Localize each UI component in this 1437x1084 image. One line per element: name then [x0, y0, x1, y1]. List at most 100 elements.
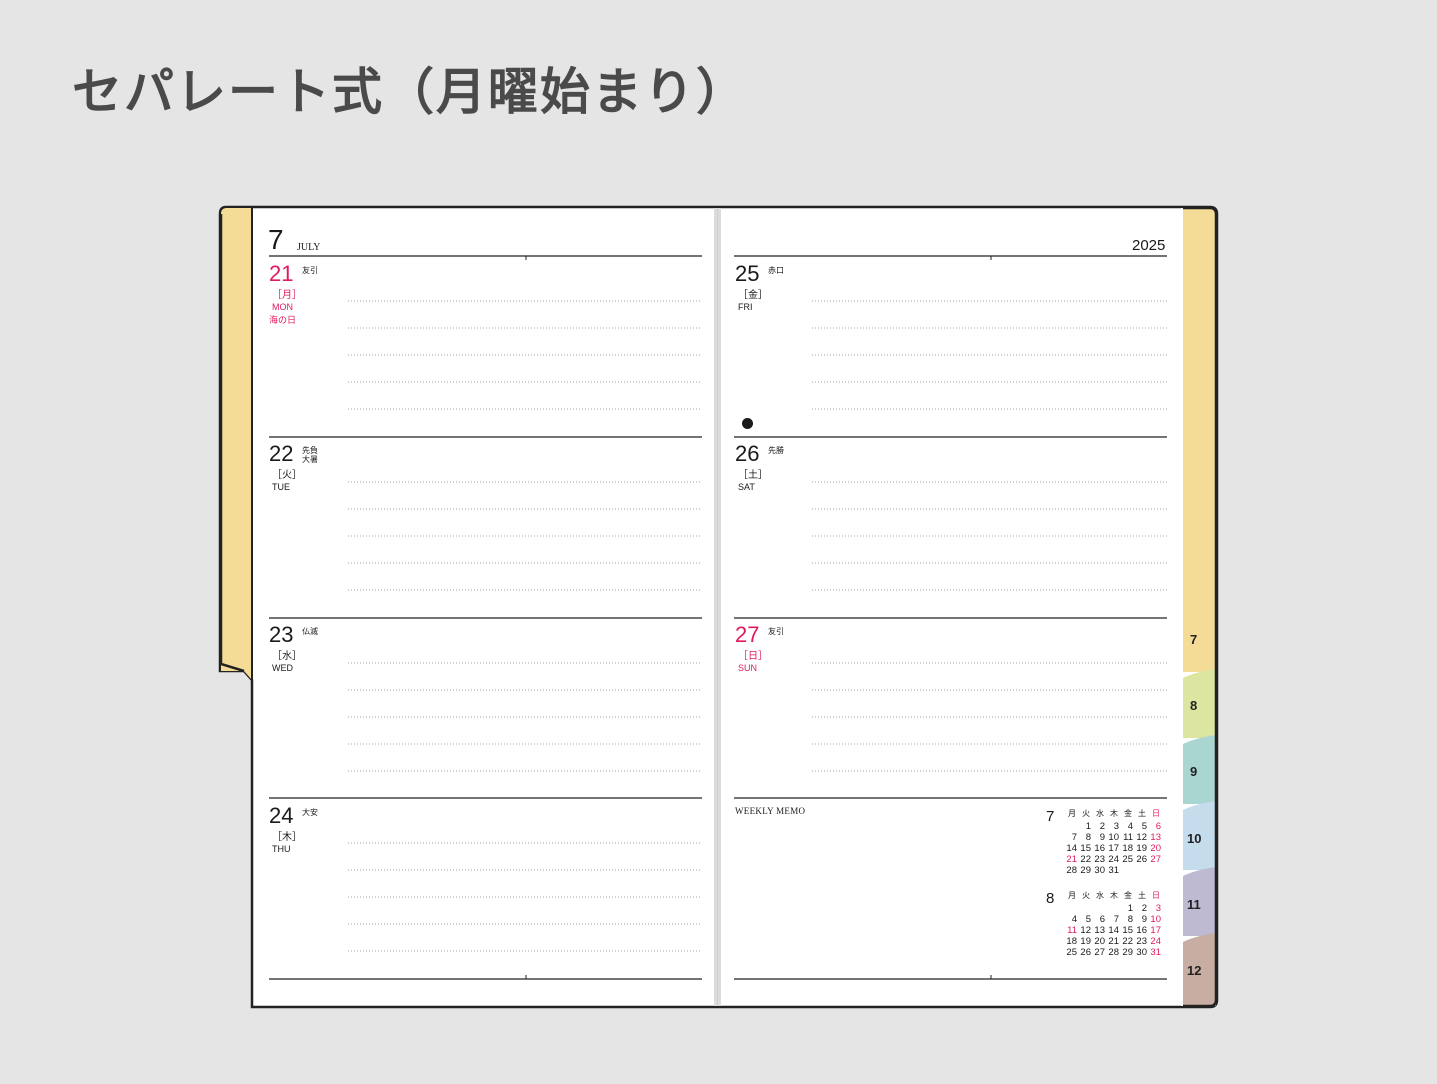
day-number: 26 [735, 441, 760, 466]
mini-calendar-date: 1 [1085, 821, 1091, 832]
holiday-label: 海の日 [269, 316, 297, 326]
mini-calendar-date: 28 [1108, 947, 1119, 958]
weekday-jp: ［土］ [738, 470, 768, 481]
index-tab-8 [1183, 669, 1216, 738]
day-number: 24 [269, 803, 294, 828]
mini-calendar-date: 7 [1113, 914, 1119, 925]
mini-calendar-date: 22 [1122, 936, 1133, 947]
rokuyo-label: 大安 [302, 808, 318, 817]
mini-calendar-month: 8 [1046, 890, 1055, 907]
day-number: 27 [735, 622, 760, 647]
mini-calendar-date: 23 [1094, 854, 1105, 865]
mini-calendar-date: 15 [1122, 925, 1133, 936]
mini-calendar-weekday: 水 [1096, 809, 1104, 818]
new-moon-icon [742, 418, 753, 429]
mini-calendar-date: 31 [1108, 865, 1119, 876]
index-tab-label[interactable]: 10 [1187, 831, 1201, 846]
mini-calendar-date: 25 [1066, 947, 1077, 958]
mini-calendar-date: 13 [1150, 832, 1161, 843]
mini-calendar-date: 8 [1085, 832, 1091, 843]
mini-calendar-date: 21 [1066, 854, 1077, 865]
mini-calendar-date: 29 [1080, 865, 1091, 876]
mini-calendar-date: 14 [1108, 925, 1119, 936]
mini-calendar-weekday: 金 [1124, 891, 1132, 900]
mini-calendar-weekday: 日 [1152, 809, 1160, 818]
mini-calendar-weekday: 木 [1110, 809, 1118, 818]
index-tab-label[interactable]: 7 [1190, 632, 1197, 647]
mini-calendar-weekday: 月 [1068, 809, 1076, 818]
mini-calendar-date: 16 [1136, 925, 1147, 936]
weekday-jp: ［日］ [738, 651, 768, 662]
day-number: 23 [269, 622, 294, 647]
index-tab-7 [1183, 208, 1216, 672]
mini-calendar-date: 3 [1155, 903, 1161, 914]
weekday-en: TUE [272, 482, 290, 492]
day-number: 21 [269, 261, 294, 286]
index-tab-label[interactable]: 9 [1190, 764, 1197, 779]
mini-calendar-weekday: 月 [1068, 891, 1076, 900]
mini-calendar-date: 13 [1094, 925, 1105, 936]
weekly-memo-label: WEEKLY MEMO [735, 806, 806, 816]
mini-calendar-date: 11 [1067, 925, 1077, 936]
day-number: 22 [269, 441, 294, 466]
rokuyo-label: 赤口 [768, 266, 784, 275]
index-tab-9 [1183, 735, 1216, 804]
mini-calendar-date: 26 [1080, 947, 1091, 958]
mini-calendar-date: 16 [1094, 843, 1105, 854]
mini-calendar-date: 22 [1080, 854, 1091, 865]
mini-calendar-date: 4 [1127, 821, 1133, 832]
mini-calendar-weekday: 火 [1082, 891, 1090, 900]
mini-calendar-date: 8 [1127, 914, 1133, 925]
mini-calendar-date: 17 [1150, 925, 1161, 936]
mini-calendar-date: 7 [1071, 832, 1077, 843]
weekday-en: SAT [738, 482, 755, 492]
mini-calendar-date: 24 [1108, 854, 1119, 865]
month-name: JULY [297, 242, 321, 253]
mini-calendar-date: 25 [1122, 854, 1133, 865]
mini-calendar-weekday: 火 [1082, 809, 1090, 818]
weekday-jp: ［水］ [272, 651, 302, 662]
weekday-en: WED [272, 663, 293, 673]
weekday-jp: ［火］ [272, 470, 302, 481]
rokuyo-label: 先勝 [768, 446, 784, 455]
mini-calendar-date: 14 [1066, 843, 1077, 854]
mini-calendar-date: 27 [1094, 947, 1105, 958]
left-tab-strip [221, 208, 252, 1006]
mini-calendar-date: 29 [1122, 947, 1133, 958]
mini-calendar-date: 24 [1150, 936, 1161, 947]
mini-calendar-date: 20 [1150, 843, 1161, 854]
index-tab-label[interactable]: 12 [1187, 963, 1201, 978]
index-tab-label[interactable]: 11 [1187, 897, 1201, 912]
mini-calendar-date: 5 [1085, 914, 1091, 925]
mini-calendar-weekday: 水 [1096, 891, 1104, 900]
weekday-jp: ［木］ [272, 832, 302, 843]
planner-spread: 7 JULY 2025 21 友引 ［月］ MON 海の日 22 先負 大暑 ［… [0, 0, 1437, 1080]
mini-calendar-date: 21 [1108, 936, 1119, 947]
weekday-en: SUN [738, 663, 758, 673]
index-tab-label[interactable]: 8 [1190, 698, 1197, 713]
mini-calendar-date: 18 [1066, 936, 1077, 947]
mini-calendar-date: 6 [1099, 914, 1105, 925]
weekday-en: FRI [738, 302, 753, 312]
mini-calendar-weekday: 土 [1138, 891, 1146, 900]
mini-calendar-date: 15 [1080, 843, 1091, 854]
mini-calendar-date: 9 [1141, 914, 1147, 925]
mini-calendar-date: 6 [1155, 821, 1161, 832]
month-number: 7 [268, 224, 284, 255]
mini-calendar-date: 4 [1071, 914, 1077, 925]
mini-calendar-weekday: 日 [1152, 891, 1160, 900]
mini-calendar-date: 19 [1080, 936, 1091, 947]
mini-calendar-date: 5 [1141, 821, 1147, 832]
mini-calendar-date: 9 [1099, 832, 1105, 843]
mini-calendar-date: 2 [1099, 821, 1105, 832]
weekday-jp: ［金］ [738, 290, 768, 301]
mini-calendar-date: 28 [1066, 865, 1077, 876]
mini-calendar-date: 31 [1150, 947, 1161, 958]
planner-frame [218, 205, 1219, 1009]
mini-calendar-date: 30 [1136, 947, 1147, 958]
mini-calendar-weekday: 土 [1138, 809, 1146, 818]
mini-calendar-date: 26 [1136, 854, 1147, 865]
index-tabs [1183, 208, 1216, 1006]
mini-calendar-date: 2 [1141, 903, 1147, 914]
year-label: 2025 [1132, 237, 1166, 254]
